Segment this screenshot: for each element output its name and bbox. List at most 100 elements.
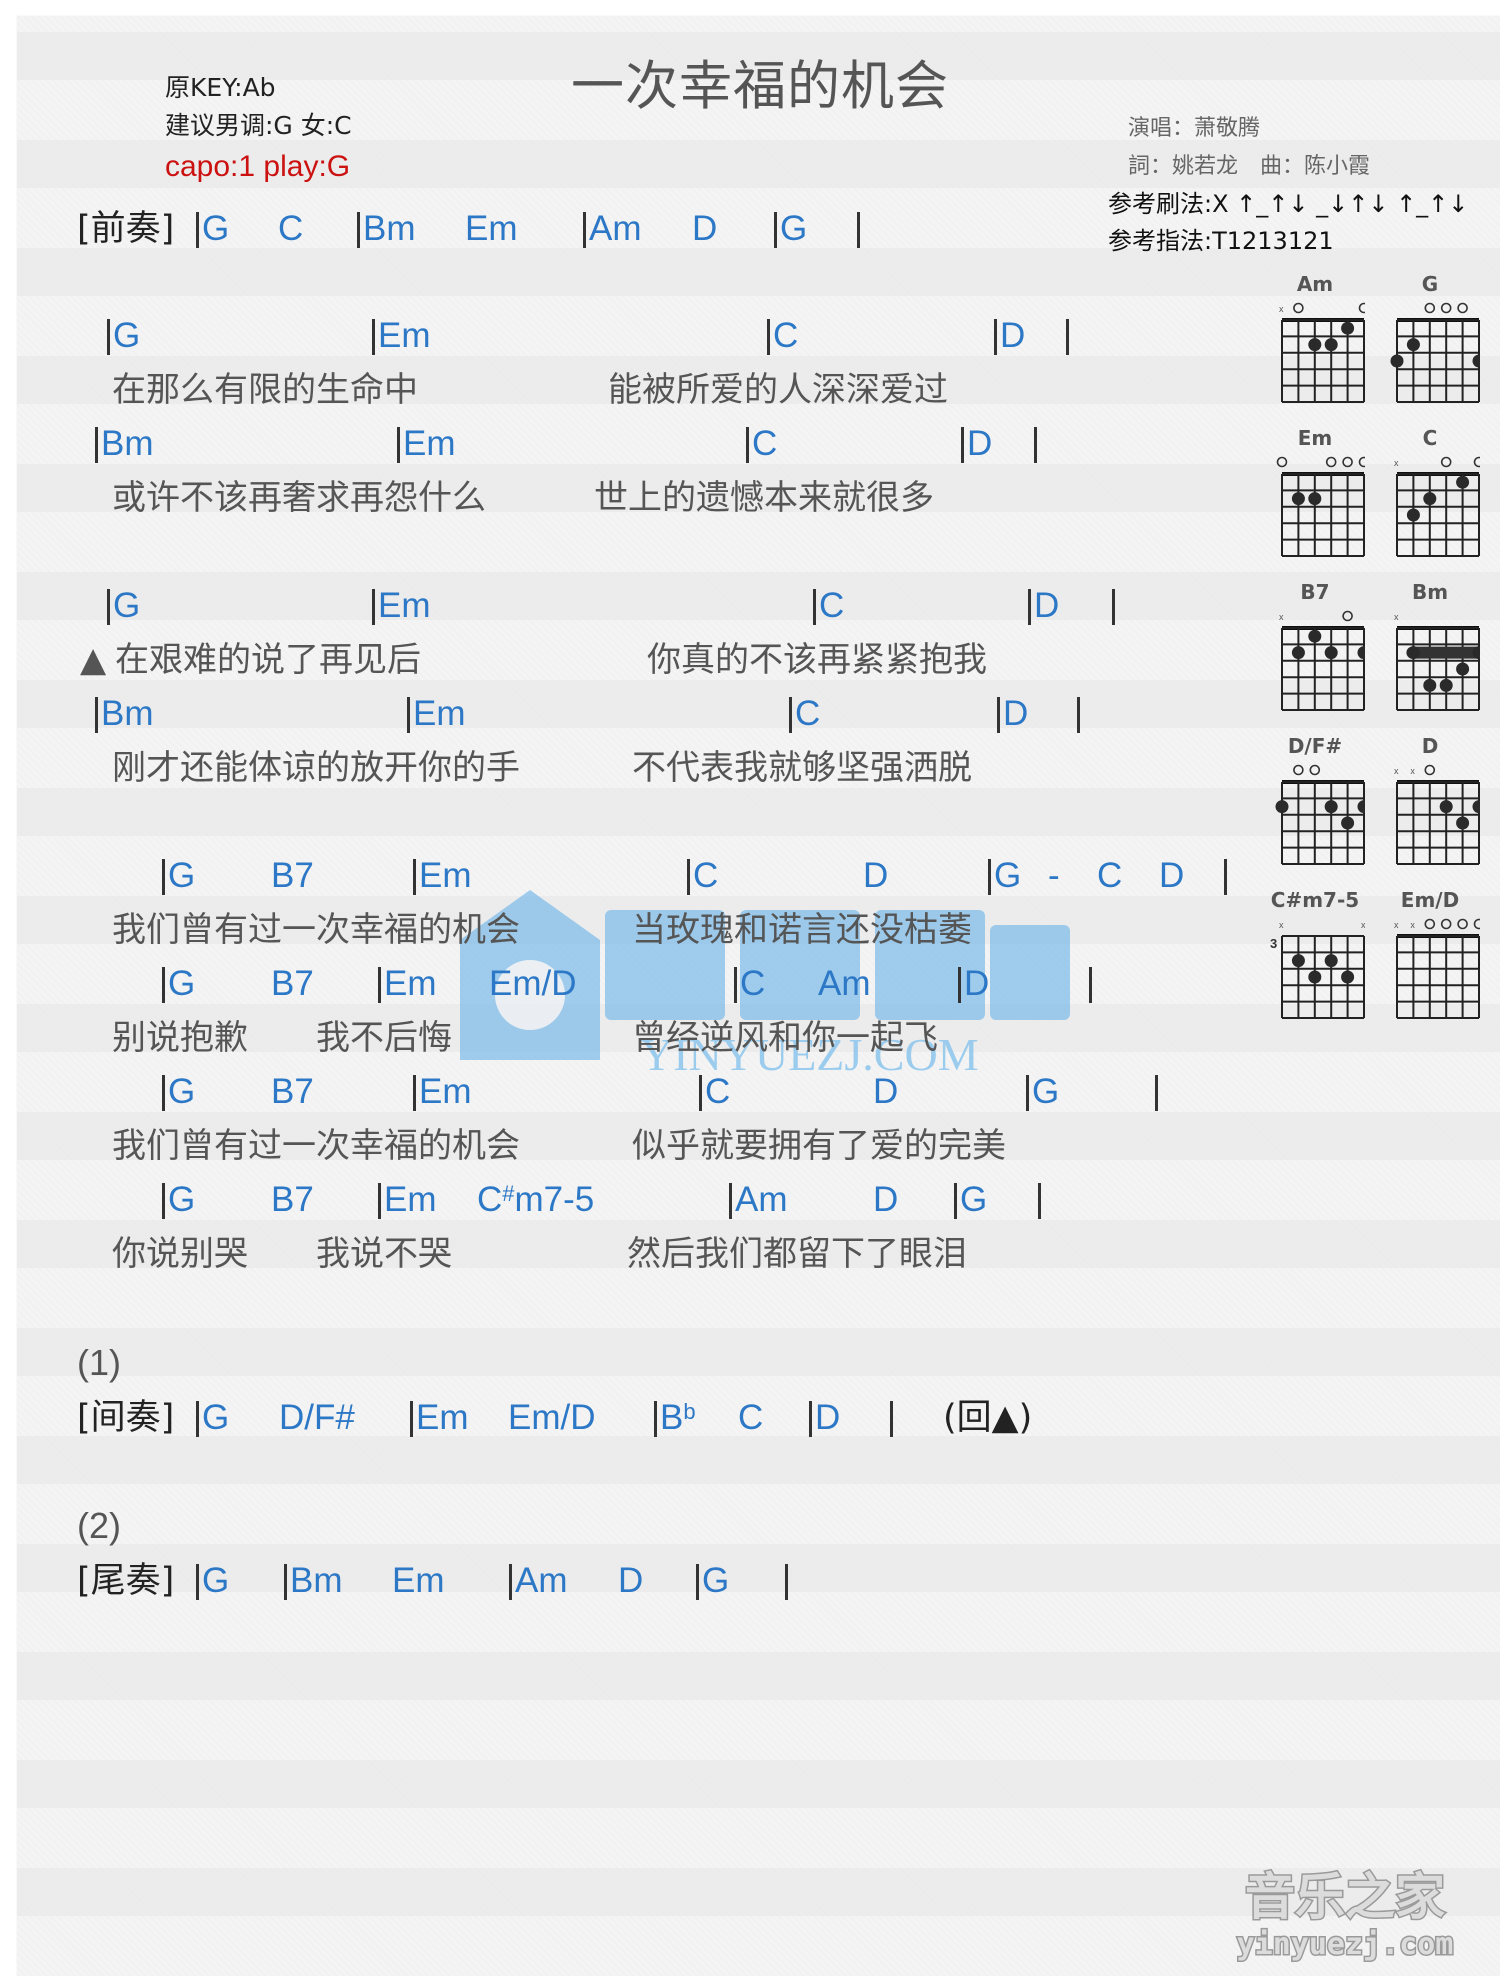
chord: Am xyxy=(583,209,642,248)
lyric-line: 能被所爱的人深深爱过 xyxy=(608,370,948,410)
chord: Bm xyxy=(284,1561,343,1600)
chord-diagram-name: Em xyxy=(1297,426,1333,450)
chord: C xyxy=(733,964,766,1003)
lyric-line: 似乎就要拥有了爱的完美 xyxy=(632,1126,1006,1166)
chord: D/F# xyxy=(279,1398,355,1437)
finger-dot xyxy=(1357,800,1365,814)
finger-dot xyxy=(1439,800,1453,814)
chord-diagram-name: G xyxy=(1421,272,1439,296)
lyric-line: 我们曾有过一次幸福的机会 xyxy=(112,910,520,950)
open-string-mark xyxy=(1457,918,1468,930)
chord-diagram-name: C#m7-5 xyxy=(1270,888,1360,912)
chord-diagram: G xyxy=(1380,272,1480,412)
chord: Em xyxy=(378,1180,437,1219)
chord: G xyxy=(1025,1072,1060,1111)
fretboard-grid: xx xyxy=(1394,764,1480,865)
open-string-mark xyxy=(1457,302,1468,314)
logo-url: yinyuezj.com xyxy=(1237,1927,1454,1962)
chord-diagram: Am x xyxy=(1265,272,1365,412)
open-string-mark xyxy=(1325,456,1337,468)
chord: C xyxy=(812,586,845,625)
chord: Em xyxy=(410,1398,469,1437)
barline xyxy=(1089,967,1092,1003)
muted-string-mark: x xyxy=(1279,612,1284,622)
muted-string-mark: x xyxy=(1394,766,1399,776)
fingerpick-pattern: 参考指法:T1213121 xyxy=(1108,227,1334,255)
fretboard-grid: x xyxy=(1394,612,1480,711)
chord: C xyxy=(738,1398,764,1437)
chord: B7 xyxy=(271,856,314,895)
accidental: b xyxy=(683,1399,696,1424)
fretboard-grid: x xyxy=(1394,456,1480,557)
chord-diagram-name: C xyxy=(1422,426,1438,450)
chord-diagram-name: Em/D xyxy=(1400,888,1460,912)
barline xyxy=(1112,589,1115,625)
strum-pattern: 参考刷法:X ↑_↑↓ _↓↑↓ ↑_↑↓ xyxy=(1108,190,1469,218)
chord-diagram: Cx xyxy=(1380,426,1480,566)
lyric-line: 在艰难的说了再见后 xyxy=(115,640,421,680)
chord-diagram: Em/D x x xyxy=(1380,888,1480,1028)
chord: D xyxy=(808,1398,841,1437)
fretboard-grid xyxy=(1276,456,1365,557)
chord: Em xyxy=(397,424,456,463)
lyric-line: 别说抱歉 我不后悔 xyxy=(112,1018,452,1058)
finger-dot xyxy=(1324,954,1338,968)
chord: B7 xyxy=(271,1072,314,1111)
chord-diagram-name: B7 xyxy=(1300,580,1330,604)
open-string-mark xyxy=(1293,764,1304,776)
finger-dot xyxy=(1308,970,1322,984)
finger-dot xyxy=(1291,954,1305,968)
open-string-mark xyxy=(1424,764,1436,776)
barline xyxy=(857,212,860,248)
chord: Am xyxy=(818,964,871,1003)
chord: G xyxy=(195,209,230,248)
finger-dot xyxy=(1341,321,1355,335)
finger-dot xyxy=(1341,816,1355,830)
finger-dot xyxy=(1308,492,1322,506)
chord: C xyxy=(278,209,304,248)
finger-dot xyxy=(1291,646,1305,660)
chord-diagram: Bm x xyxy=(1380,580,1480,720)
finger-dot xyxy=(1456,816,1470,830)
lyric-line: 曾经逆风和你一起飞 xyxy=(632,1018,938,1058)
finger-dot xyxy=(1456,662,1470,676)
chord: Em xyxy=(465,209,518,248)
chord: Em/D xyxy=(508,1398,596,1437)
chord: Em xyxy=(407,694,466,733)
open-string-mark xyxy=(1424,302,1436,314)
chord: G xyxy=(695,1561,730,1600)
finger-dot xyxy=(1406,508,1420,522)
chord: G xyxy=(161,856,196,895)
chord: B7 xyxy=(271,1180,314,1219)
chord: Em/D xyxy=(489,964,577,1003)
chord: G xyxy=(773,209,808,248)
chord: B7 xyxy=(271,964,314,1003)
chord-diagram: C#m7-5 3 x x xyxy=(1265,888,1365,1028)
finger-dot xyxy=(1291,492,1305,506)
barline xyxy=(890,1401,893,1437)
barline xyxy=(1155,1075,1158,1111)
chord: Em xyxy=(413,1072,472,1111)
finger-dot xyxy=(1406,646,1420,660)
fretboard-grid xyxy=(1390,302,1480,403)
muted-string-mark: x xyxy=(1410,920,1415,930)
chord: C xyxy=(698,1072,731,1111)
chord: Em xyxy=(392,1561,445,1600)
finger-dot xyxy=(1472,800,1480,814)
chord: G xyxy=(195,1561,230,1600)
finger-dot xyxy=(1324,646,1338,660)
fretboard-grid: xx xyxy=(1394,918,1480,1019)
chord: D xyxy=(618,1561,644,1600)
finger-dot xyxy=(1357,646,1365,660)
lyric-line: 在那么有限的生命中 xyxy=(112,370,418,410)
chord: D xyxy=(960,424,993,463)
lyric-line: 世上的遗憾本来就很多 xyxy=(594,478,934,518)
chord: D xyxy=(1027,586,1060,625)
finger-dot xyxy=(1324,800,1338,814)
chord: C xyxy=(686,856,719,895)
lyric-line: 不代表我就够坚强洒脱 xyxy=(632,748,972,788)
chord-diagram-name: D xyxy=(1421,734,1439,758)
barline xyxy=(1224,859,1227,895)
lyric-line: 当玫瑰和诺言还没枯萎 xyxy=(632,910,972,950)
lyric-line: 或许不该再奢求再怨什么 xyxy=(112,478,486,518)
